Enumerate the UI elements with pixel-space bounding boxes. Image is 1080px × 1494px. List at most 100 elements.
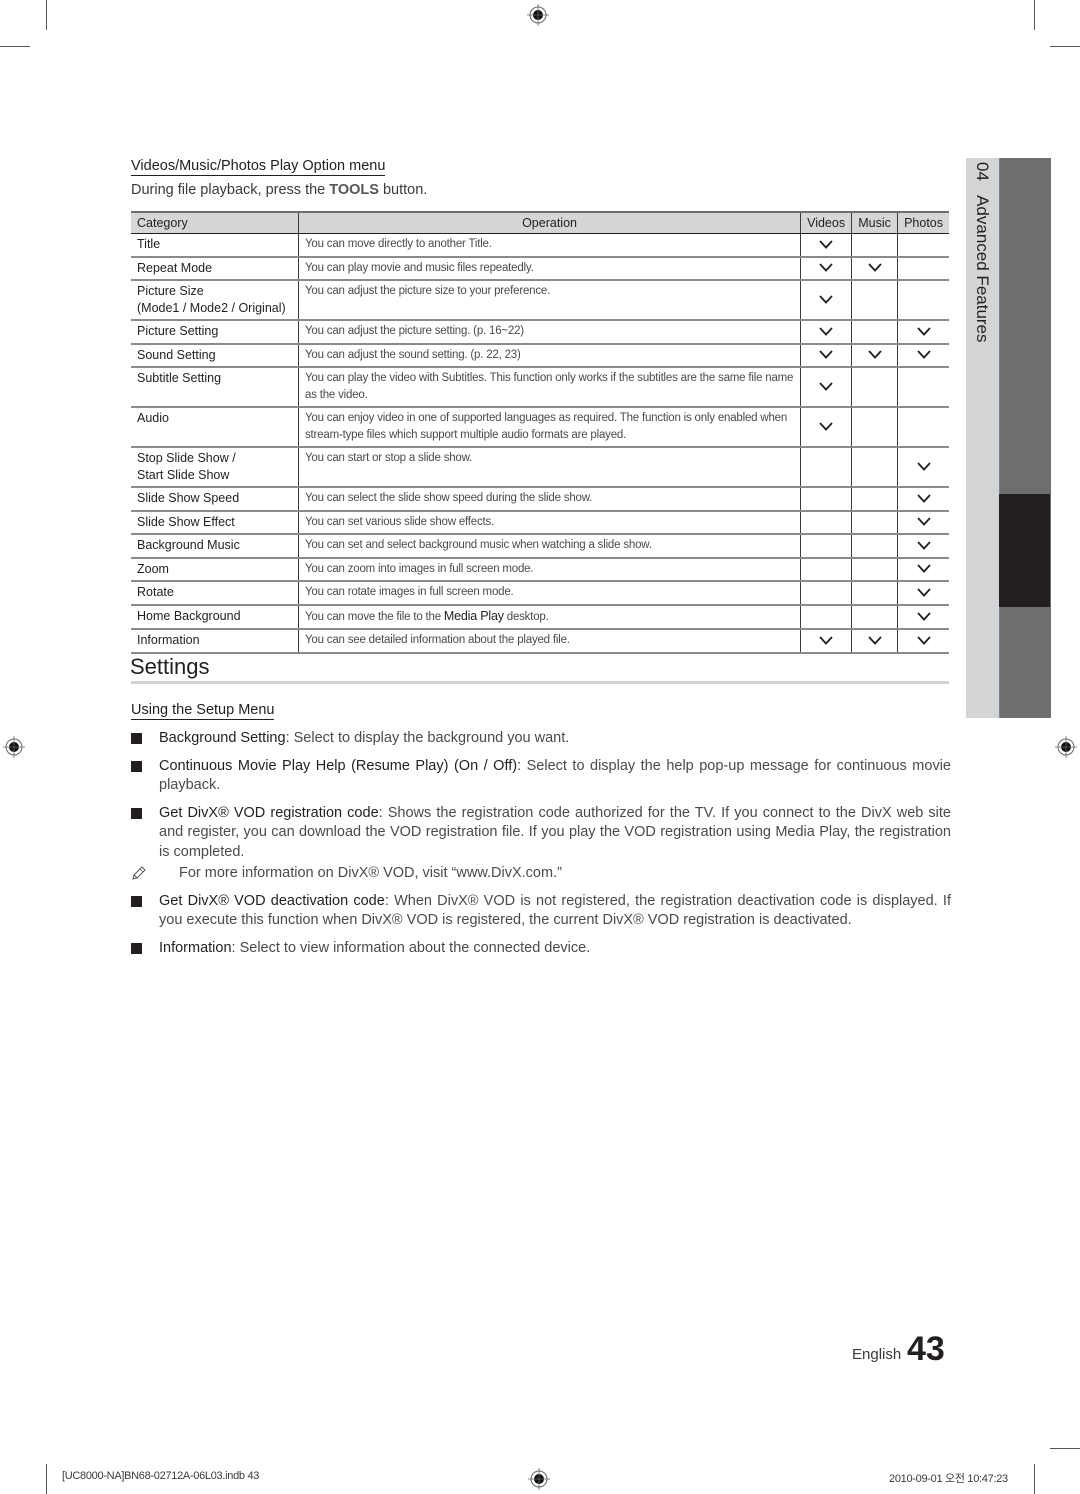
page-number: 43 (907, 1330, 945, 1368)
row-music-support (851, 487, 898, 512)
row-videos-support (800, 487, 852, 512)
row-photos-support (897, 487, 949, 512)
crop-mark (1034, 0, 1035, 30)
table-row: Rotate You can rotate images in full scre… (131, 581, 949, 606)
table-row: Slide Show Effect You can set various sli… (131, 510, 949, 535)
check-chevron-icon (819, 422, 833, 431)
table-row: Repeat Mode You can play movie and music … (131, 256, 949, 281)
row-music-support (851, 581, 898, 606)
list-item: Information: Select to view information … (131, 939, 951, 959)
row-category: Background Music (131, 534, 299, 559)
header-operation: Operation (297, 211, 801, 234)
row-operation: You can move the file to the Media Play … (297, 604, 801, 630)
chapter-number: 04 (973, 162, 992, 181)
section-subheading: Videos/Music/Photos Play Option menu (131, 158, 386, 176)
check-chevron-icon (819, 263, 833, 272)
row-music-support (851, 629, 898, 654)
check-chevron-icon (916, 462, 931, 471)
row-videos-support (800, 447, 852, 488)
check-chevron-icon (867, 350, 882, 359)
row-photos-support (897, 581, 949, 606)
setup-menu-list: Background Setting: Select to display th… (131, 729, 951, 966)
row-videos-support (800, 510, 852, 535)
table-row: Picture Size (Mode1 / Mode2 / Original) Y… (131, 280, 949, 321)
settings-divider (131, 681, 949, 684)
item-lead: Get DivX® VOD registration code (159, 804, 379, 821)
row-operation: You can adjust the sound setting. (p. 22… (297, 343, 801, 368)
table-row: Background Music You can set and select b… (131, 534, 949, 559)
row-photos-support (897, 256, 949, 281)
list-item: Get DivX® VOD registration code: Shows t… (131, 804, 951, 863)
row-category: Sound Setting (131, 343, 299, 368)
crop-mark (1034, 1464, 1035, 1494)
row-music-support (851, 604, 898, 630)
row-music-support (851, 407, 898, 448)
play-option-table: Category Operation Videos Music Photos T… (131, 211, 949, 654)
row-photos-support (897, 343, 949, 368)
intro-text: During file playback, press the TOOLS bu… (131, 182, 427, 198)
row-music-support (851, 447, 898, 488)
row-videos-support (800, 407, 852, 448)
check-chevron-icon (916, 493, 931, 503)
check-chevron-icon (916, 517, 931, 526)
row-photos-support (897, 233, 949, 258)
row-category: Slide Show Speed (131, 487, 299, 512)
file-slug: [UC8000-NA]BN68-02712A-06L03.indb 43 (62, 1470, 260, 1482)
chapter-index-current-marker (999, 494, 1050, 607)
bullet-square-icon (131, 760, 142, 772)
check-chevron-icon (916, 350, 931, 359)
row-category: Zoom (131, 557, 299, 582)
row-category: Rotate (131, 581, 299, 606)
registration-mark-icon (1055, 736, 1077, 758)
row-photos-support (897, 604, 949, 630)
settings-title: Settings (130, 654, 210, 679)
row-category: Information (131, 629, 299, 654)
item-text: : Select to view information about the c… (231, 939, 591, 956)
intro-suffix: button. (378, 182, 428, 198)
table-row: Home Background You can move the file to … (131, 604, 949, 630)
row-music-support (851, 320, 898, 345)
row-category: Stop Slide Show / Start Slide Show (131, 447, 299, 488)
check-chevron-icon (819, 295, 833, 304)
row-operation: You can play movie and music files repea… (297, 256, 801, 281)
row-operation: You can adjust the picture size to your … (297, 280, 801, 321)
row-category: Slide Show Effect (131, 510, 299, 535)
row-videos-support (800, 367, 852, 408)
row-category: Picture Size (Mode1 / Mode2 / Original) (131, 280, 299, 321)
bullet-square-icon (131, 895, 142, 907)
row-operation: You can adjust the picture setting. (p. … (297, 320, 801, 345)
bullet-square-icon (131, 807, 142, 819)
setup-menu-heading: Using the Setup Menu (131, 702, 275, 720)
list-item: Get DivX® VOD deactivation code: When Di… (131, 892, 951, 931)
tools-key-label: TOOLS (329, 182, 379, 198)
row-operation: You can move directly to another Title. (297, 233, 801, 258)
list-item: Background Setting: Select to display th… (131, 729, 951, 749)
row-videos-support (800, 343, 852, 368)
operation-text-suffix: desktop. (503, 610, 549, 623)
check-chevron-icon (916, 635, 931, 645)
table-row: Subtitle Setting You can play the video w… (131, 367, 949, 408)
row-category: Repeat Mode (131, 256, 299, 281)
check-chevron-icon (916, 326, 931, 336)
row-operation: You can rotate images in full screen mod… (297, 581, 801, 606)
row-photos-support (897, 280, 949, 321)
header-music: Music (851, 211, 898, 234)
row-music-support (851, 534, 898, 559)
intro-prefix: During file playback, press the (131, 182, 330, 198)
row-category: Audio (131, 407, 299, 448)
row-videos-support (800, 629, 852, 654)
table-row: Stop Slide Show / Start Slide Show You ca… (131, 447, 949, 488)
row-videos-support (800, 320, 852, 345)
row-music-support (851, 510, 898, 535)
table-row: Picture Setting You can adjust the pictur… (131, 320, 949, 345)
row-videos-support (800, 256, 852, 281)
item-text: : Select to display the background you w… (285, 730, 570, 746)
row-operation: You can set and select background music … (297, 534, 801, 559)
row-photos-support (897, 320, 949, 345)
check-chevron-icon (916, 611, 931, 621)
check-chevron-icon (916, 540, 931, 550)
item-lead: Information (159, 939, 232, 956)
row-photos-support (897, 629, 949, 654)
pencil-note-icon (131, 865, 147, 881)
table-row: Title You can move directly to another Ti… (131, 233, 949, 258)
